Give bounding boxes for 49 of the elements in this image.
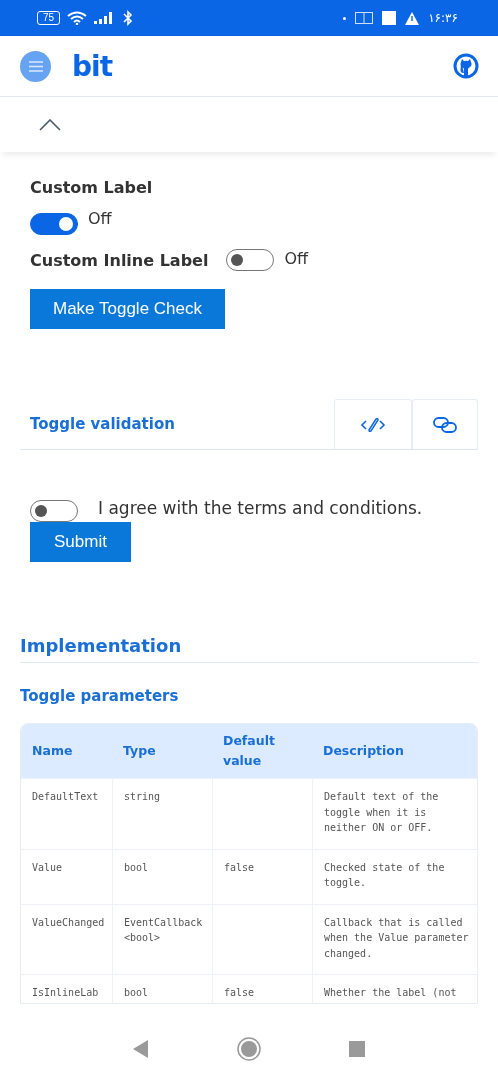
toggle-text: Off (284, 248, 309, 268)
toggle-switch[interactable] (226, 249, 275, 271)
table-cell: IsInlineLab (32, 987, 99, 998)
battery-level: 75 (37, 11, 61, 25)
clock-time: ۱۶:۳۶ (428, 11, 458, 25)
warning-icon (405, 11, 420, 25)
table-cell: Default text of the toggle when it is neither ON or OFF. (324, 791, 439, 833)
table-cell: ValueChanged (32, 916, 105, 928)
column-header: Default value (222, 732, 276, 770)
subsection-heading: Toggle parameters (20, 687, 180, 705)
back-icon[interactable] (133, 1040, 149, 1058)
bluetooth-icon (123, 10, 134, 26)
agree-text: I agree with the terms and conditions. (98, 498, 423, 518)
column-header: Description (322, 742, 405, 760)
link-icon (432, 415, 458, 434)
app-logo[interactable]: bit (72, 49, 113, 83)
table-cell: Callback that is called when the Value parameter changed. (324, 916, 469, 959)
wifi-icon (67, 11, 88, 25)
toggle-label: Custom Label (30, 178, 153, 197)
toggle-switch[interactable] (30, 213, 78, 235)
submit-button[interactable]: Submit (30, 522, 131, 562)
table-cell: false (224, 861, 255, 873)
toggle-label: Custom Inline Label (30, 250, 209, 270)
section-title: Toggle validation (30, 415, 175, 433)
square-icon (382, 11, 397, 25)
column-header: Type (122, 742, 157, 760)
menu-button[interactable] (20, 50, 51, 82)
menu-icon (28, 60, 43, 72)
section-heading: Implementation (20, 635, 478, 663)
column-header: Name (31, 742, 74, 760)
make-toggle-check-button[interactable]: Make Toggle Check (30, 289, 225, 329)
table-cell: EventCallback<bool> (124, 916, 203, 943)
code-edit-icon (360, 416, 386, 433)
link-button[interactable] (412, 399, 478, 449)
toggle-text: Off (88, 209, 112, 228)
table-cell: DefaultText (32, 791, 99, 802)
home-icon[interactable] (237, 1037, 261, 1061)
table-cell: Checked state of the toggle. (324, 861, 445, 888)
toggle-switch[interactable] (30, 500, 78, 522)
table-cell: bool (124, 987, 149, 998)
sim-icon (355, 12, 374, 24)
table-cell: bool (124, 861, 149, 873)
table-cell: string (124, 791, 161, 802)
github-icon[interactable] (453, 53, 479, 79)
table-cell: false (224, 987, 255, 998)
table-cell: Whether the label (not (324, 987, 457, 998)
table-cell: Value (32, 861, 63, 873)
dot-icon (343, 16, 347, 20)
chevron-up-icon[interactable] (39, 118, 61, 131)
